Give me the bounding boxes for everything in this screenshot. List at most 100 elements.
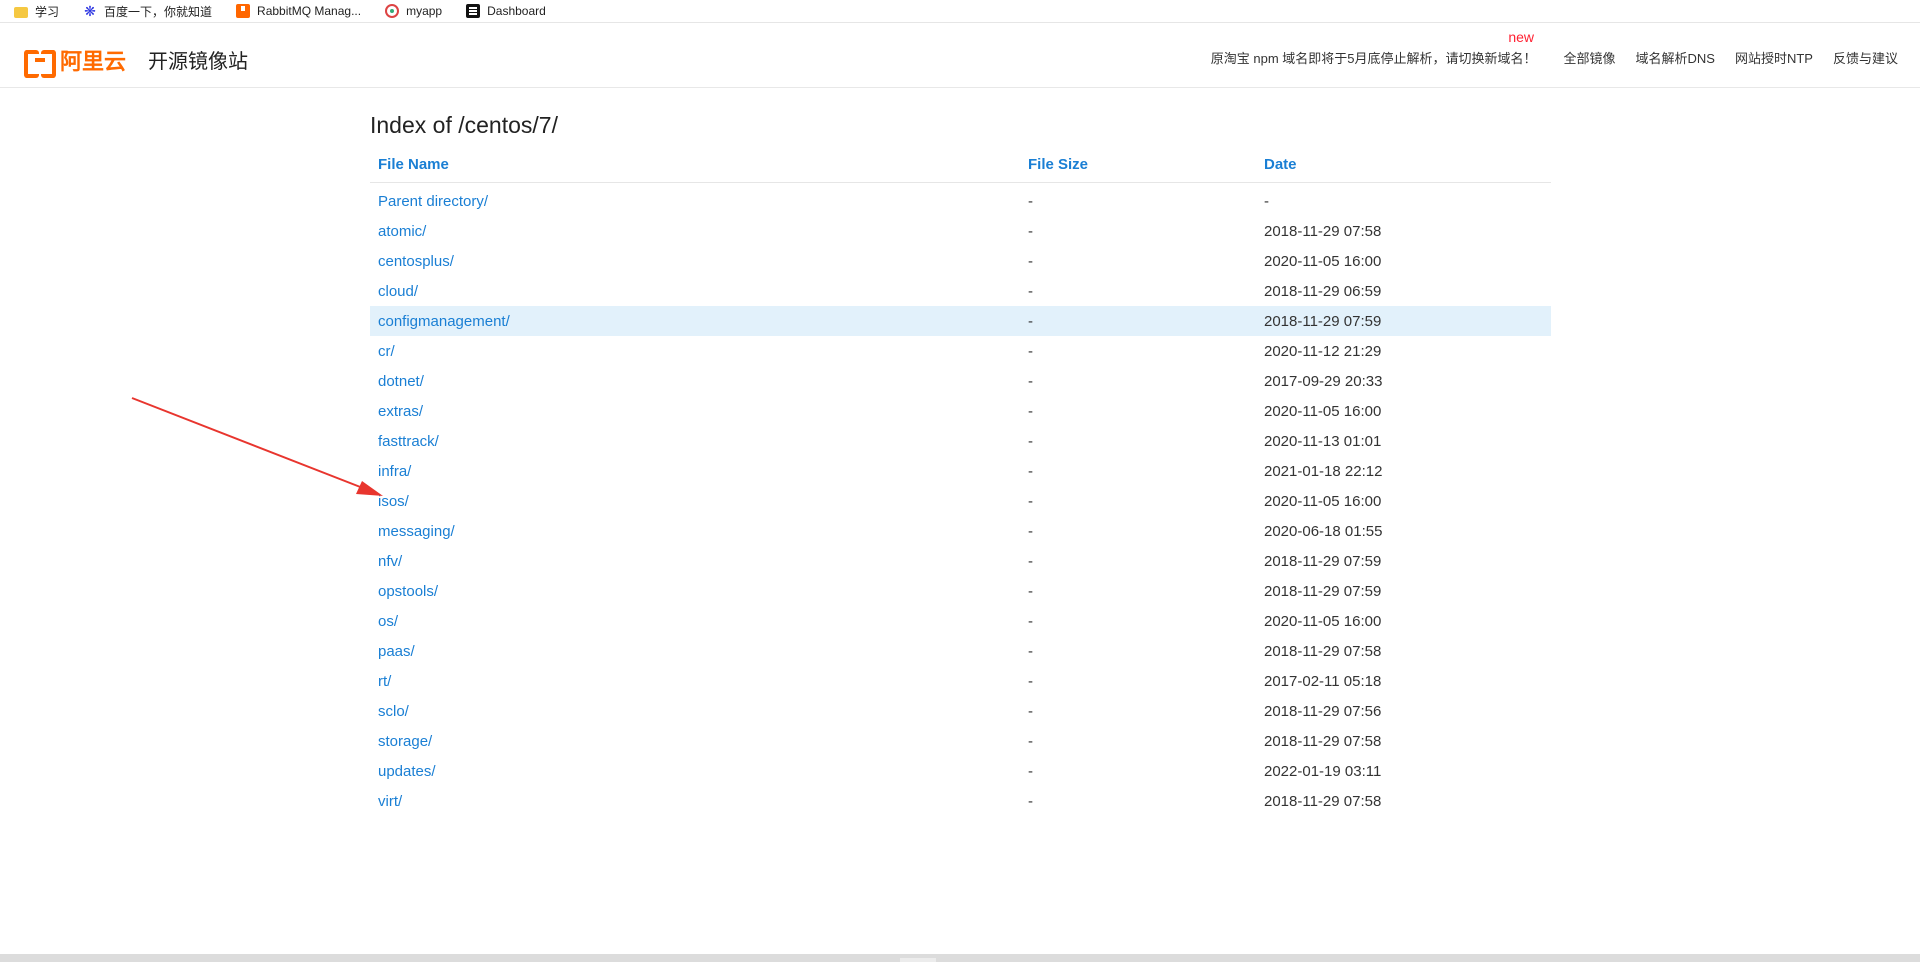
file-name-cell: opstools/: [370, 576, 1020, 606]
table-row[interactable]: atomic/ - 2018-11-29 07:58: [370, 216, 1551, 246]
site-title: 开源镜像站: [148, 51, 248, 73]
file-size-cell: -: [1028, 402, 1033, 420]
file-name-cell: rt/: [370, 666, 1020, 696]
file-link[interactable]: storage/: [378, 733, 432, 750]
file-size-cell: -: [1028, 732, 1033, 750]
bookmark-label: RabbitMQ Manag...: [257, 4, 362, 18]
table-row[interactable]: paas/ - 2018-11-29 07:58: [370, 636, 1551, 666]
column-date[interactable]: Date: [1256, 147, 1551, 183]
nav-dns[interactable]: 域名解析DNS: [1636, 48, 1715, 67]
npm-domain-notice-link[interactable]: 原淘宝 npm 域名即将于5月底停止解析，请切换新域名！: [1211, 48, 1537, 67]
file-link[interactable]: updates/: [378, 763, 436, 780]
table-row[interactable]: sclo/ - 2018-11-29 07:56: [370, 696, 1551, 726]
file-link[interactable]: rt/: [378, 673, 391, 690]
bookmark-label: 学习: [35, 4, 60, 19]
file-size-cell: -: [1028, 762, 1033, 780]
file-name-cell: isos/: [370, 486, 1020, 516]
table-row[interactable]: fasttrack/ - 2020-11-13 01:01: [370, 426, 1551, 456]
folder-icon: [14, 6, 28, 18]
bookmark-myapp[interactable]: myapp: [385, 4, 442, 18]
file-link[interactable]: extras/: [378, 403, 423, 420]
table-row[interactable]: storage/ - 2018-11-29 07:58: [370, 726, 1551, 756]
bookmark-baidu[interactable]: ❋ 百度一下，你就知道: [83, 3, 212, 20]
file-name-cell: atomic/: [370, 216, 1020, 246]
table-row[interactable]: nfv/ - 2018-11-29 07:59: [370, 546, 1551, 576]
file-date-cell: 2022-01-19 03:11: [1264, 762, 1382, 780]
table-row[interactable]: cloud/ - 2018-11-29 06:59: [370, 276, 1551, 306]
file-name-cell: os/: [370, 606, 1020, 636]
file-date-cell: 2017-02-11 05:18: [1264, 672, 1382, 690]
file-link[interactable]: Parent directory/: [378, 193, 488, 210]
aliyun-logo[interactable]: 阿里云: [24, 44, 127, 78]
file-link[interactable]: paas/: [378, 643, 415, 660]
file-size-cell: -: [1028, 792, 1033, 810]
file-date-cell: 2018-11-29 07:59: [1264, 552, 1382, 570]
file-name-cell: messaging/: [370, 516, 1020, 546]
table-row[interactable]: opstools/ - 2018-11-29 07:59: [370, 576, 1551, 606]
dashboard-icon: [466, 4, 481, 18]
file-name-cell: centosplus/: [370, 246, 1020, 276]
file-size-cell: -: [1028, 492, 1033, 510]
bookmark-dashboard[interactable]: Dashboard: [466, 4, 546, 18]
horizontal-scrollbar[interactable]: [0, 954, 1920, 962]
table-row[interactable]: extras/ - 2020-11-05 16:00: [370, 396, 1551, 426]
column-file-size[interactable]: File Size: [1020, 147, 1256, 183]
file-date-cell: -: [1264, 192, 1269, 210]
file-link[interactable]: fasttrack/: [378, 433, 439, 450]
file-name-cell: extras/: [370, 396, 1020, 426]
file-size-cell: -: [1028, 552, 1033, 570]
column-file-name[interactable]: File Name: [370, 147, 1020, 183]
file-link[interactable]: cloud/: [378, 283, 418, 300]
file-size-cell: -: [1028, 702, 1033, 720]
file-date-cell: 2018-11-29 07:56: [1264, 702, 1382, 720]
table-row[interactable]: messaging/ - 2020-06-18 01:55: [370, 516, 1551, 546]
table-row[interactable]: dotnet/ - 2017-09-29 20:33: [370, 366, 1551, 396]
file-link[interactable]: cr/: [378, 343, 395, 360]
file-name-cell: storage/: [370, 726, 1020, 756]
directory-listing: Index of /centos/7/ File Name File Size …: [370, 108, 1551, 816]
file-link[interactable]: infra/: [378, 463, 411, 480]
file-date-cell: 2018-11-29 06:59: [1264, 282, 1382, 300]
file-date-cell: 2020-11-05 16:00: [1264, 252, 1382, 270]
file-link[interactable]: sclo/: [378, 703, 409, 720]
nav-all-mirrors[interactable]: 全部镜像: [1564, 48, 1616, 67]
table-row[interactable]: isos/ - 2020-11-05 16:00: [370, 486, 1551, 516]
file-link[interactable]: configmanagement/: [378, 313, 510, 330]
table-row[interactable]: virt/ - 2018-11-29 07:58: [370, 786, 1551, 816]
file-link[interactable]: opstools/: [378, 583, 438, 600]
file-link[interactable]: dotnet/: [378, 373, 424, 390]
logo-text: 阿里云: [60, 49, 127, 74]
table-row[interactable]: Parent directory/ - -: [370, 182, 1551, 216]
file-link[interactable]: atomic/: [378, 223, 426, 240]
table-row[interactable]: rt/ - 2017-02-11 05:18: [370, 666, 1551, 696]
bookmark-rabbitmq[interactable]: RabbitMQ Manag...: [236, 4, 361, 18]
table-row[interactable]: os/ - 2020-11-05 16:00: [370, 606, 1551, 636]
file-date-cell: 2020-11-05 16:00: [1264, 402, 1382, 420]
file-date-cell: 2018-11-29 07:58: [1264, 732, 1382, 750]
top-nav: 原淘宝 npm 域名即将于5月底停止解析，请切换新域名！ 全部镜像 域名解析DN…: [1211, 48, 1898, 67]
bookmark-study[interactable]: 学习: [14, 3, 59, 20]
table-row[interactable]: cr/ - 2020-11-12 21:29: [370, 336, 1551, 366]
file-date-cell: 2020-11-13 01:01: [1264, 432, 1382, 450]
file-size-cell: -: [1028, 342, 1033, 360]
table-row[interactable]: updates/ - 2022-01-19 03:11: [370, 756, 1551, 786]
new-badge: new: [1508, 29, 1534, 45]
scrollbar-thumb[interactable]: [900, 958, 936, 962]
file-name-cell: sclo/: [370, 696, 1020, 726]
file-link[interactable]: centosplus/: [378, 253, 454, 270]
bookmark-label: myapp: [406, 4, 443, 18]
site-header: 阿里云 开源镜像站 new 原淘宝 npm 域名即将于5月底停止解析，请切换新域…: [0, 24, 1920, 88]
file-table: File Name File Size Date Parent director…: [370, 147, 1551, 816]
file-link[interactable]: messaging/: [378, 523, 455, 540]
file-link[interactable]: os/: [378, 613, 398, 630]
table-row[interactable]: configmanagement/ -2018-11-29 07:59: [370, 306, 1551, 336]
file-name-cell: nfv/: [370, 546, 1020, 576]
table-row[interactable]: centosplus/ - 2020-11-05 16:00: [370, 246, 1551, 276]
nav-ntp[interactable]: 网站授时NTP: [1735, 48, 1813, 67]
table-row[interactable]: infra/ - 2021-01-18 22:12: [370, 456, 1551, 486]
file-link[interactable]: isos/: [378, 493, 409, 510]
table-header-row: File Name File Size Date: [370, 147, 1551, 183]
file-link[interactable]: virt/: [378, 793, 402, 810]
nav-feedback[interactable]: 反馈与建议: [1833, 48, 1898, 67]
file-link[interactable]: nfv/: [378, 553, 402, 570]
